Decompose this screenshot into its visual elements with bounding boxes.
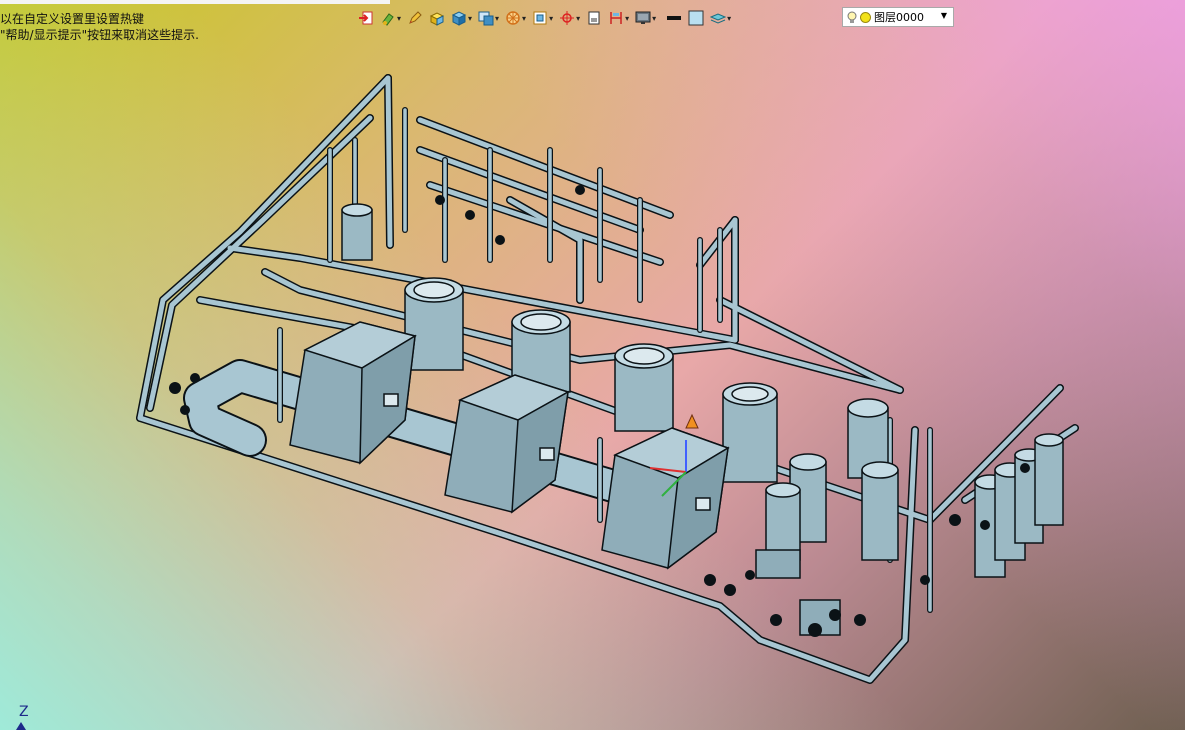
lightbulb-icon xyxy=(847,11,857,23)
piping-model[interactable] xyxy=(0,0,1185,730)
hint-line-1: 以在自定义设置里设置热键 xyxy=(0,12,145,26)
fill-color-button[interactable] xyxy=(688,7,704,29)
dimension-icon xyxy=(610,12,622,24)
top-strip xyxy=(0,0,390,4)
crosshair-icon xyxy=(560,11,575,25)
cube-icon xyxy=(451,11,467,26)
crosshair-button[interactable]: ▾ xyxy=(559,7,580,29)
pencil-button[interactable] xyxy=(407,7,423,29)
page-icon xyxy=(588,11,600,25)
frame-icon xyxy=(533,11,547,25)
dimension-button[interactable]: ▾ xyxy=(608,7,629,29)
layer-name: 图层0000 xyxy=(874,11,924,24)
layers-button[interactable]: ▾ xyxy=(710,7,731,29)
hint-line-2: "帮助/显示提示"按钮来取消这些提示. xyxy=(0,28,199,42)
paint-icon xyxy=(382,13,394,26)
box-yellow-icon xyxy=(429,12,445,26)
paint-button[interactable]: ▾ xyxy=(380,7,401,29)
frame-button[interactable]: ▾ xyxy=(532,7,553,29)
layer-color-swatch xyxy=(860,11,871,23)
component-icon xyxy=(478,11,494,26)
view-toolbar: ▾ ▾ ▾ ▾ ▾ ▾ ▾ ▾ ▾ xyxy=(358,6,737,30)
box-button[interactable] xyxy=(429,7,445,29)
cube-button[interactable]: ▾ xyxy=(451,7,472,29)
layer-dropdown[interactable]: 图层0000 ▼ xyxy=(842,7,954,27)
insert-button[interactable] xyxy=(358,7,374,29)
axis-label-z: Z xyxy=(19,704,29,720)
line-weight-icon xyxy=(667,16,682,20)
monitor-icon xyxy=(635,11,651,24)
line-weight-button[interactable] xyxy=(666,7,682,29)
wheel-button[interactable]: ▾ xyxy=(505,7,526,29)
page-button[interactable] xyxy=(586,7,602,29)
component-button[interactable]: ▾ xyxy=(478,7,499,29)
wheel-icon xyxy=(506,11,520,25)
pencil-icon xyxy=(409,11,422,24)
monitor-button[interactable]: ▾ xyxy=(635,7,656,29)
insert-icon xyxy=(359,11,373,25)
chevron-down-icon: ▼ xyxy=(940,11,947,20)
layers-icon xyxy=(710,13,727,24)
fill-color-icon xyxy=(688,10,704,26)
